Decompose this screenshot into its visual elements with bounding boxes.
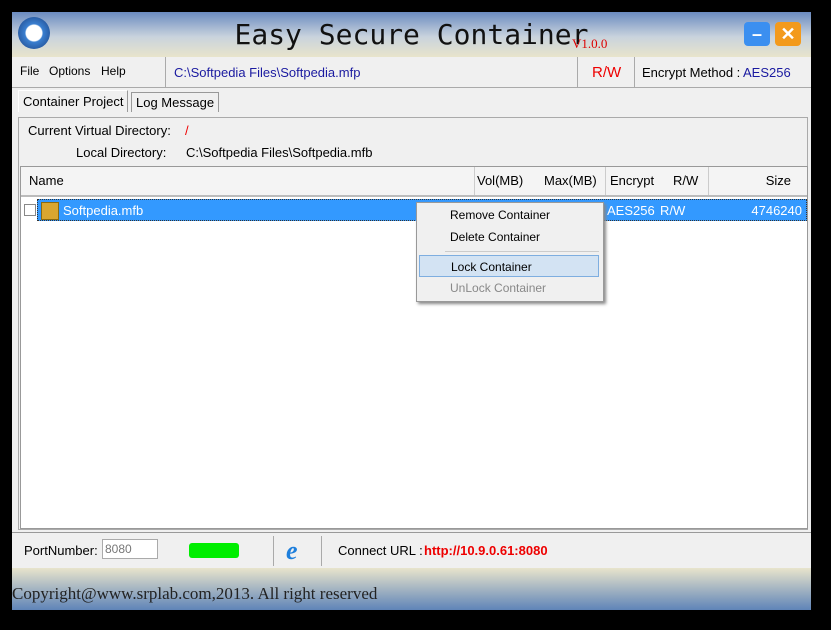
app-window: Easy Secure Container V1.0.0 – ✕ File Op… <box>12 12 811 610</box>
row-name: Softpedia.mfb <box>63 203 144 218</box>
column-header-vol[interactable]: Vol(MB) <box>475 167 541 195</box>
connect-url-label: Connect URL : <box>338 543 423 558</box>
encrypt-method-label: Encrypt Method : <box>642 65 741 80</box>
divider <box>165 57 166 87</box>
connect-url-link[interactable]: http://10.9.0.61:8080 <box>424 543 548 558</box>
column-header-rw[interactable]: R/W <box>665 167 709 195</box>
divider <box>273 536 274 566</box>
column-header-max[interactable]: Max(MB) <box>540 167 606 195</box>
row-rw: R/W <box>660 203 686 218</box>
footer: Copyright@www.srplab.com,2013. All right… <box>12 568 811 610</box>
row-size: 4746240 <box>751 203 802 218</box>
local-directory-value: C:\Softpedia Files\Softpedia.mfb <box>186 145 373 160</box>
context-menu: Remove Container Delete Container Lock C… <box>416 202 604 302</box>
tab-container-project[interactable]: Container Project <box>18 90 129 112</box>
locked-folder-icon <box>41 202 59 220</box>
port-input[interactable] <box>102 539 158 559</box>
mode-indicator: R/W <box>592 64 622 81</box>
encrypt-method-value: AES256 <box>743 65 791 80</box>
menu-bar: File Options Help C:\Softpedia Files\Sof… <box>12 57 811 88</box>
divider <box>634 57 635 87</box>
column-header-size[interactable]: Size <box>709 167 807 195</box>
menu-file[interactable]: File <box>20 64 39 78</box>
divider <box>321 536 322 566</box>
container-path: C:\Softpedia Files\Softpedia.mfp <box>174 65 361 80</box>
port-label: PortNumber: <box>24 543 98 558</box>
app-title: Easy Secure Container <box>234 18 589 51</box>
virtual-directory-label: Current Virtual Directory: <box>28 123 171 138</box>
version-label: V1.0.0 <box>572 36 608 51</box>
menu-item-delete-container[interactable]: Delete Container <box>419 226 599 248</box>
copyright-text: Copyright@www.srplab.com,2013. All right… <box>12 584 378 603</box>
menu-item-remove-container[interactable]: Remove Container <box>419 204 599 226</box>
column-header-name[interactable]: Name <box>21 167 475 195</box>
local-directory-label: Local Directory: <box>76 145 167 160</box>
menu-options[interactable]: Options <box>49 64 90 78</box>
menu-item-unlock-container: UnLock Container <box>450 281 547 295</box>
row-encrypt: AES256 <box>607 203 655 218</box>
menu-separator <box>445 251 599 252</box>
close-button[interactable]: ✕ <box>775 22 801 46</box>
server-status-indicator <box>189 543 239 558</box>
container-list: Name Vol(MB) Max(MB) Encrypt R/W Size So… <box>20 166 808 529</box>
menu-item-lock-container[interactable]: Lock Container <box>419 255 599 277</box>
status-bar: PortNumber: e Connect URL : http://10.9.… <box>12 532 811 569</box>
row-checkbox[interactable] <box>24 204 36 216</box>
column-header-encrypt[interactable]: Encrypt <box>606 167 666 195</box>
minimize-button[interactable]: – <box>744 22 770 46</box>
divider <box>577 57 578 87</box>
browser-icon[interactable]: e <box>286 536 298 566</box>
header-divider <box>21 195 807 197</box>
menu-help[interactable]: Help <box>101 64 126 78</box>
title-bar: Easy Secure Container V1.0.0 – ✕ <box>12 12 811 57</box>
virtual-directory-value: / <box>185 123 189 138</box>
tab-log-message[interactable]: Log Message <box>131 92 220 112</box>
